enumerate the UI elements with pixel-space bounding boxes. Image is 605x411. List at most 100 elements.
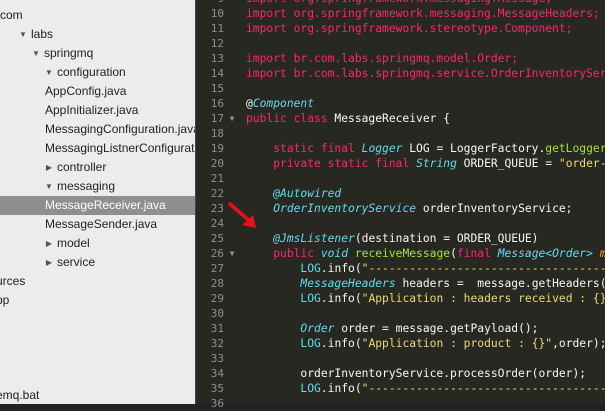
tree-item[interactable]: AppConfig.java [0, 82, 195, 101]
red-arrow-annotation [228, 202, 256, 228]
code-line: LOG.info("------------------------------… [246, 261, 605, 276]
line-number: 20 [210, 157, 224, 170]
tree-item[interactable] [0, 310, 195, 329]
tree-item-label: messaging [57, 179, 116, 193]
code-token: processOrder(order); [450, 367, 587, 380]
code-token: import [246, 7, 294, 20]
fold-arrow-icon[interactable]: ▼ [227, 111, 237, 126]
line-number: 15 [210, 82, 224, 95]
line-number: 30 [210, 307, 224, 320]
code-line: import br.com.labs.springmq.model.Order; [246, 51, 518, 66]
tree-item[interactable]: ▼ springmq [0, 44, 195, 63]
code-line: @Component [246, 96, 314, 111]
code-token: LOG [300, 292, 321, 305]
line-number: 23 [210, 202, 224, 215]
code-token: headers = message. [402, 277, 532, 290]
line-number: 21 [210, 172, 224, 185]
code-token: final [375, 157, 417, 170]
tree-item[interactable] [0, 329, 195, 348]
code-line: OrderInventoryService orderInventoryServ… [246, 201, 572, 216]
line-number: 12 [210, 37, 224, 50]
code-token: getHeaders(); [531, 277, 605, 290]
code-token: getPayload(); [450, 322, 539, 335]
code-token: final [456, 247, 498, 260]
tree-item[interactable]: ▶ service [0, 253, 195, 272]
collapse-arrow-icon[interactable]: ▼ [31, 44, 41, 63]
code-token: final [320, 142, 362, 155]
tree-item-label: model [57, 236, 90, 250]
fold-arrow-icon[interactable]: ▼ [227, 246, 237, 261]
collapse-arrow-icon[interactable]: ▼ [44, 63, 54, 82]
tree-item[interactable]: ▼ labs [0, 25, 195, 44]
tree-item-label: pp [0, 293, 10, 307]
code-token: MessageReceiver { [334, 112, 451, 125]
code-token: class [293, 112, 335, 125]
expand-arrow-icon[interactable]: ▶ [44, 253, 54, 272]
tree-item-label: labs [31, 27, 54, 41]
tree-item[interactable]: ▼ messaging [0, 177, 195, 196]
line-number: 26 [210, 247, 224, 260]
code-token: LOG [300, 262, 321, 275]
code-token: message [600, 247, 605, 260]
code-token: LOG [300, 337, 321, 350]
code-line: private static final String ORDER_QUEUE … [246, 156, 605, 171]
code-token: "---------------------------------------… [361, 262, 605, 275]
collapse-arrow-icon[interactable]: ▼ [18, 25, 28, 44]
tree-item[interactable]: MessagingConfiguration.java [0, 120, 195, 139]
expand-arrow-icon[interactable]: ▶ [44, 234, 54, 253]
tree-item-label: MessageSender.java [45, 217, 158, 231]
code-token: Message<Order> [497, 247, 600, 260]
code-line: public class MessageReceiver { [246, 111, 450, 126]
tree-item[interactable]: ▶ controller [0, 158, 195, 177]
tree-item-label: configuration [57, 65, 126, 79]
code-line: LOG.info("------------------------------… [246, 381, 605, 396]
line-number: 25 [210, 232, 224, 245]
code-token: "Application : headers received : {}" [361, 292, 605, 305]
code-token: ,order); [552, 337, 605, 350]
collapse-arrow-icon[interactable]: ▼ [44, 177, 54, 196]
code-token: LOG [300, 382, 321, 395]
line-number: 27 [210, 262, 224, 275]
code-editor[interactable]: import org.springframework.messaging.Mes… [240, 0, 605, 404]
tree-item[interactable]: ▶ model [0, 234, 195, 253]
code-line: import org.springframework.messaging.Mes… [246, 6, 600, 21]
tree-item[interactable]: AppInitializer.java [0, 101, 195, 120]
code-token: private [273, 157, 328, 170]
code-token: getLogger [545, 142, 605, 155]
code-token: void [320, 247, 355, 260]
tree-item-label: controller [57, 160, 107, 174]
tree-item[interactable]: urces [0, 272, 195, 291]
code-token: "---------------------------------------… [361, 382, 605, 395]
code-token: org.springframework.messaging.MessageHea… [293, 7, 600, 20]
tree-item[interactable] [0, 348, 195, 367]
tree-item[interactable]: emq.bat [0, 386, 195, 404]
code-token: @Autowired [273, 187, 342, 200]
tree-item[interactable]: MessageSender.java [0, 215, 195, 234]
tree-item-label: MessageReceiver.java [45, 198, 166, 212]
tree-item[interactable]: MessageReceiver.java [0, 196, 195, 215]
expand-arrow-icon[interactable]: ▶ [44, 158, 54, 177]
code-line: @Autowired [246, 186, 341, 201]
code-token: Component [252, 97, 315, 110]
code-token: org.springframework.stereotype.Component… [293, 22, 573, 35]
tree-item[interactable]: MessagingListnerConfiguration.java [0, 139, 195, 158]
code-token: MessageHeaders [300, 277, 403, 290]
line-number: 33 [210, 352, 224, 365]
code-token: import [246, 67, 294, 80]
line-number: 18 [210, 127, 224, 140]
code-token: @ [246, 97, 253, 110]
tree-item[interactable] [0, 367, 195, 386]
code-token: LOG = LoggerFactory. [409, 142, 546, 155]
tree-item-label: emq.bat [0, 388, 40, 402]
code-token: public [246, 112, 294, 125]
code-token: static [273, 142, 321, 155]
tree-item[interactable]: ▼ configuration [0, 63, 195, 82]
tree-item[interactable]: pp [0, 291, 195, 310]
tree-item[interactable]: com [0, 6, 195, 25]
code-token: ORDER_QUEUE = [463, 157, 559, 170]
